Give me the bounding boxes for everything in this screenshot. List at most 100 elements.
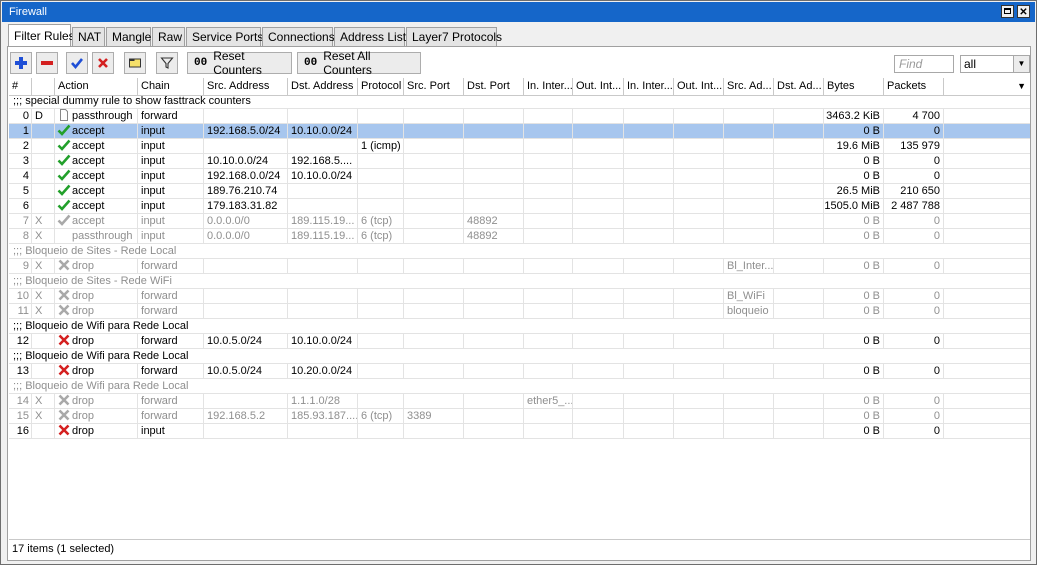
cell-out-interface (573, 289, 624, 303)
cell-out-interface-list (674, 139, 724, 153)
table-row[interactable]: 6 accept input 179.183.31.82 1505.0 MiB 2 487… (9, 199, 1030, 214)
cell-packets: 0 (884, 289, 944, 303)
column-header-src-address-list[interactable]: Src. Ad... (724, 78, 774, 95)
cell-packets: 0 (884, 409, 944, 423)
action-label: accept (72, 140, 105, 152)
cell-in-interface (524, 364, 573, 378)
table-row[interactable]: 7 Xaccept input 0.0.0.0/0 189.115.19... 6 (tc… (9, 214, 1030, 229)
table-row[interactable]: 0 Dpassthrough forward 3463.2 KiB 4 700 (9, 109, 1030, 124)
column-header-dst-address-list[interactable]: Dst. Ad... (774, 78, 824, 95)
column-header-dst-port[interactable]: Dst. Port (464, 78, 524, 95)
column-header-out-interface[interactable]: Out. Int... (573, 78, 624, 95)
scope-select[interactable]: all ▼ (960, 55, 1030, 73)
cell-src-port (404, 169, 464, 183)
find-input[interactable]: Find (894, 55, 954, 73)
table-row[interactable]: 8 Xpassthrough input 0.0.0.0/0 189.115.19...… (9, 229, 1030, 244)
table-row[interactable]: 2 accept input 1 (icmp) 19.6 MiB 135 979 (9, 139, 1030, 154)
cell-dst-address: 10.10.0.0/24 (288, 124, 358, 138)
rule-comment: ;;; Bloqueio de Wifi para Rede Local (13, 380, 189, 392)
rule-comment-row[interactable]: ;;; Bloqueio de Sites - Rede WiFi (9, 274, 1030, 289)
cell-in-interface (524, 184, 573, 198)
tab-label: Raw (158, 30, 183, 44)
cell-src-address (204, 289, 288, 303)
tab-mangle[interactable]: Mangle (106, 27, 151, 46)
cell-flag: D (32, 109, 55, 123)
cell-bytes: 1505.0 MiB (824, 199, 884, 213)
table-row[interactable]: 9 Xdrop forward Bl_Inter... 0 B0 (9, 259, 1030, 274)
cell-flag: X (32, 259, 55, 273)
table-row[interactable]: 3 accept input 10.10.0.0/24 192.168.5.... 0 B… (9, 154, 1030, 169)
cell-dst-address-list (774, 139, 824, 153)
table-row[interactable]: 11 Xdrop forward bloqueio 0 B0 (9, 304, 1030, 319)
tab-layer7-protocols[interactable]: Layer7 Protocols (406, 27, 502, 46)
cell-in-interface (524, 409, 573, 423)
action-label: drop (72, 365, 95, 377)
column-header-chain[interactable]: Chain (138, 78, 204, 95)
cell-dst-address: 10.20.0.0/24 (288, 364, 358, 378)
disable-button[interactable] (92, 52, 114, 74)
cell-src-port: 3389 (404, 409, 464, 423)
cell-dst-address-list (774, 364, 824, 378)
column-header-in-interface-list[interactable]: In. Inter... (624, 78, 674, 95)
rule-comment-row[interactable]: ;;; Bloqueio de Wifi para Rede Local (9, 349, 1030, 364)
tab-nat[interactable]: NAT (72, 27, 105, 46)
rule-comment-row[interactable]: ;;; Bloqueio de Wifi para Rede Local (9, 379, 1030, 394)
title-bar[interactable]: Firewall ✕ (2, 2, 1035, 22)
column-header-dst-address[interactable]: Dst. Address (288, 78, 358, 95)
table-row[interactable]: 16 drop input 0 B0 (9, 424, 1030, 439)
table-row[interactable]: 4 accept input 192.168.0.0/24 10.10.0.0/24 0 … (9, 169, 1030, 184)
rule-comment-row[interactable]: ;;; Bloqueio de Sites - Rede Local (9, 244, 1030, 259)
enable-button[interactable] (66, 52, 88, 74)
column-header-protocol[interactable]: Protocol (358, 78, 404, 95)
table-row[interactable]: 12 drop forward 10.0.5.0/24 10.10.0.0/24 0 B0 (9, 334, 1030, 349)
column-header-bytes[interactable]: Bytes (824, 78, 884, 95)
cell-dst-port: 48892 (464, 229, 524, 243)
cell-dst-address: 192.168.5.... (288, 154, 358, 168)
tab-address-lists[interactable]: Address Lists (334, 27, 412, 46)
column-header-packets[interactable]: Packets (884, 78, 944, 95)
table-row[interactable]: 5 accept input 189.76.210.74 26.5 MiB 210 650 (9, 184, 1030, 199)
reset-all-counters-button[interactable]: 00 Reset All Counters (297, 49, 421, 77)
cell-src-address-list (724, 109, 774, 123)
tab-connections[interactable]: Connections (262, 27, 335, 46)
cell-out-interface-list (674, 364, 724, 378)
cell-protocol: 1 (icmp) (358, 139, 404, 153)
cell-src-address: 10.0.5.0/24 (204, 334, 288, 348)
cell-dst-port (464, 199, 524, 213)
comment-button[interactable] (124, 52, 146, 74)
filter-button[interactable] (156, 52, 178, 74)
filter-icon (160, 57, 174, 69)
table-row[interactable]: 15 Xdrop forward 192.168.5.2 185.93.187.... 6… (9, 409, 1030, 424)
cell-in-interface-list (624, 259, 674, 273)
column-header-in-interface[interactable]: In. Inter... (524, 78, 573, 95)
table-row[interactable]: 14 Xdrop forward 1.1.1.0/28 ether5_... 0 B0 (9, 394, 1030, 409)
tab-filter-rules[interactable]: Filter Rules (8, 24, 75, 47)
table-row[interactable]: 10 Xdrop forward Bl_WiFi 0 B0 (9, 289, 1030, 304)
table-row[interactable]: 13 drop forward 10.0.5.0/24 10.20.0.0/24 0 B0 (9, 364, 1030, 379)
tab-raw[interactable]: Raw (152, 27, 185, 46)
rule-comment-row[interactable]: ;;; Bloqueio de Wifi para Rede Local (9, 319, 1030, 334)
cell-protocol (358, 124, 404, 138)
close-button[interactable]: ✕ (1017, 5, 1030, 18)
cell-packets: 135 979 (884, 139, 944, 153)
column-header-src-address[interactable]: Src. Address (204, 78, 288, 95)
cell-dst-address: 185.93.187.... (288, 409, 358, 423)
column-header-flag[interactable] (32, 78, 55, 95)
tab-service-ports[interactable]: Service Ports (186, 27, 264, 46)
cell-num: 16 (9, 424, 32, 438)
column-header-src-port[interactable]: Src. Port (404, 78, 464, 95)
rule-comment-row[interactable]: ;;; special dummy rule to show fasttrack… (9, 94, 1030, 109)
table-row[interactable]: 1 accept input 192.168.5.0/24 10.10.0.0/24 0 … (9, 124, 1030, 139)
column-header-action[interactable]: Action (55, 78, 138, 95)
reset-counters-button[interactable]: 00 Reset Counters (187, 49, 292, 77)
cell-num: 15 (9, 409, 32, 423)
maximize-button[interactable] (1001, 5, 1014, 18)
cell-dst-port (464, 424, 524, 438)
remove-button[interactable] (36, 52, 58, 74)
cell-flag: X (32, 304, 55, 318)
add-button[interactable] (10, 52, 32, 74)
column-header-out-interface-list[interactable]: Out. Int... (674, 78, 724, 95)
tab-label: Service Ports (192, 30, 264, 44)
column-header-num[interactable]: # (9, 78, 32, 95)
columns-menu-icon[interactable]: ▼ (1017, 81, 1026, 91)
